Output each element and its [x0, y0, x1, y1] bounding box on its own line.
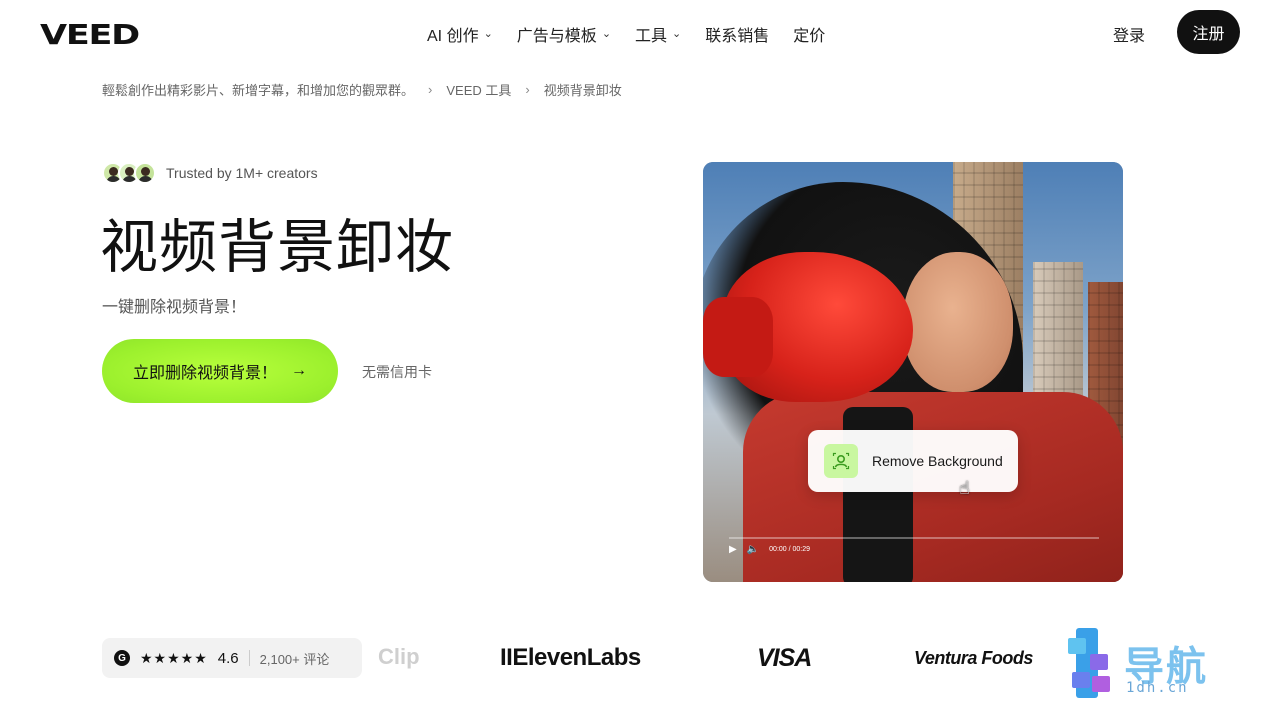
menu-pricing[interactable]: 定价: [793, 22, 825, 46]
hand-cursor-icon: ☝: [959, 478, 970, 498]
chevron-down-icon: ⌄: [601, 27, 612, 40]
breadcrumb-tools[interactable]: VEED 工具: [446, 80, 511, 99]
video-time: 00:00 / 00:29: [769, 545, 811, 553]
no-credit-card-note: 无需信用卡: [362, 364, 432, 380]
volume-icon[interactable]: 🔈: [747, 544, 759, 555]
breadcrumb: 輕鬆創作出精彩影片、新增字幕，和增加您的觀眾群。 › VEED 工具 › 视频背…: [102, 80, 622, 99]
review-count: 2,100+ 评论: [259, 651, 330, 667]
page-title: 视频背景卸妆: [100, 215, 455, 280]
breadcrumb-separator: ›: [525, 82, 530, 97]
trusted-by: Trusted by 1M+ creators: [102, 162, 318, 184]
avatar: [134, 162, 156, 184]
trusted-text: Trusted by 1M+ creators: [166, 165, 318, 181]
video-controls: ▶ 🔈 00:00 / 00:29: [703, 534, 1123, 564]
breadcrumb-current: 视频背景卸妆: [543, 83, 622, 98]
face: [903, 252, 1013, 392]
breadcrumb-home[interactable]: 輕鬆創作出精彩影片、新增字幕，和增加您的觀眾群。: [102, 80, 414, 99]
menu-tools[interactable]: 工具 ⌄: [635, 22, 681, 46]
watermark-url: 1dh.cn: [1126, 680, 1189, 696]
login-link[interactable]: 登录: [1113, 22, 1145, 46]
brand-logo-visa: VISA: [757, 644, 812, 672]
menu-ads-templates-label: 广告与模板: [516, 28, 597, 45]
menu-contact-sales-label: 联系销售: [705, 28, 770, 45]
play-icon[interactable]: ▶: [729, 544, 737, 555]
signup-button[interactable]: 注册: [1177, 10, 1240, 54]
creator-avatars: [102, 162, 156, 184]
g2-rating-badge[interactable]: G ★★★★★ 4.6 2,100+ 评论: [102, 638, 362, 678]
brand-logo-elevenlabs: IIElevenLabs: [500, 644, 641, 671]
rating-score: 4.6: [217, 649, 239, 667]
page-subtitle: 一键删除视频背景！: [102, 299, 247, 316]
menu-contact-sales[interactable]: 联系销售: [705, 22, 769, 46]
g2-icon: G: [114, 650, 130, 666]
breadcrumb-separator: ›: [428, 82, 433, 97]
brand-logo-clip: Clip: [378, 644, 420, 669]
watermark: 导航 1dh.cn: [1068, 628, 1218, 698]
chevron-down-icon: ⌄: [672, 27, 682, 40]
boxing-glove-cuff: [703, 297, 773, 377]
person-icon: [824, 444, 858, 478]
divider: [248, 650, 250, 666]
menu-ads-templates[interactable]: 广告与模板 ⌄: [517, 22, 611, 46]
main-menu: AI 创作 ⌄ 广告与模板 ⌄ 工具 ⌄ 联系销售 定价: [427, 22, 825, 46]
veed-logo[interactable]: VEED: [40, 18, 140, 51]
top-nav: VEED AI 创作 ⌄ 广告与模板 ⌄ 工具 ⌄ 联系销售 定价 登录 注册: [0, 0, 1280, 64]
remove-background-cta-button[interactable]: 立即删除视频背景！ →: [102, 339, 338, 403]
watermark-logo-icon: [1068, 628, 1110, 698]
menu-pricing-label: 定价: [793, 28, 826, 45]
demo-video[interactable]: Remove Background ☝ ▶ 🔈 00:00 / 00:29: [703, 162, 1123, 582]
rating-stars: ★★★★★: [140, 649, 208, 666]
menu-ai-create[interactable]: AI 创作 ⌄: [427, 22, 493, 46]
menu-ai-create-label: AI 创作: [427, 28, 479, 45]
cta-label: 立即删除视频背景！: [132, 365, 277, 382]
remove-background-label: Remove Background: [872, 453, 1003, 469]
brand-logo-ventura-foods: Ventura Foods: [914, 648, 1033, 668]
remove-background-button[interactable]: Remove Background: [808, 430, 1018, 492]
chevron-down-icon: ⌄: [483, 27, 493, 40]
menu-tools-label: 工具: [635, 28, 668, 45]
arrow-right-icon: →: [291, 362, 307, 379]
